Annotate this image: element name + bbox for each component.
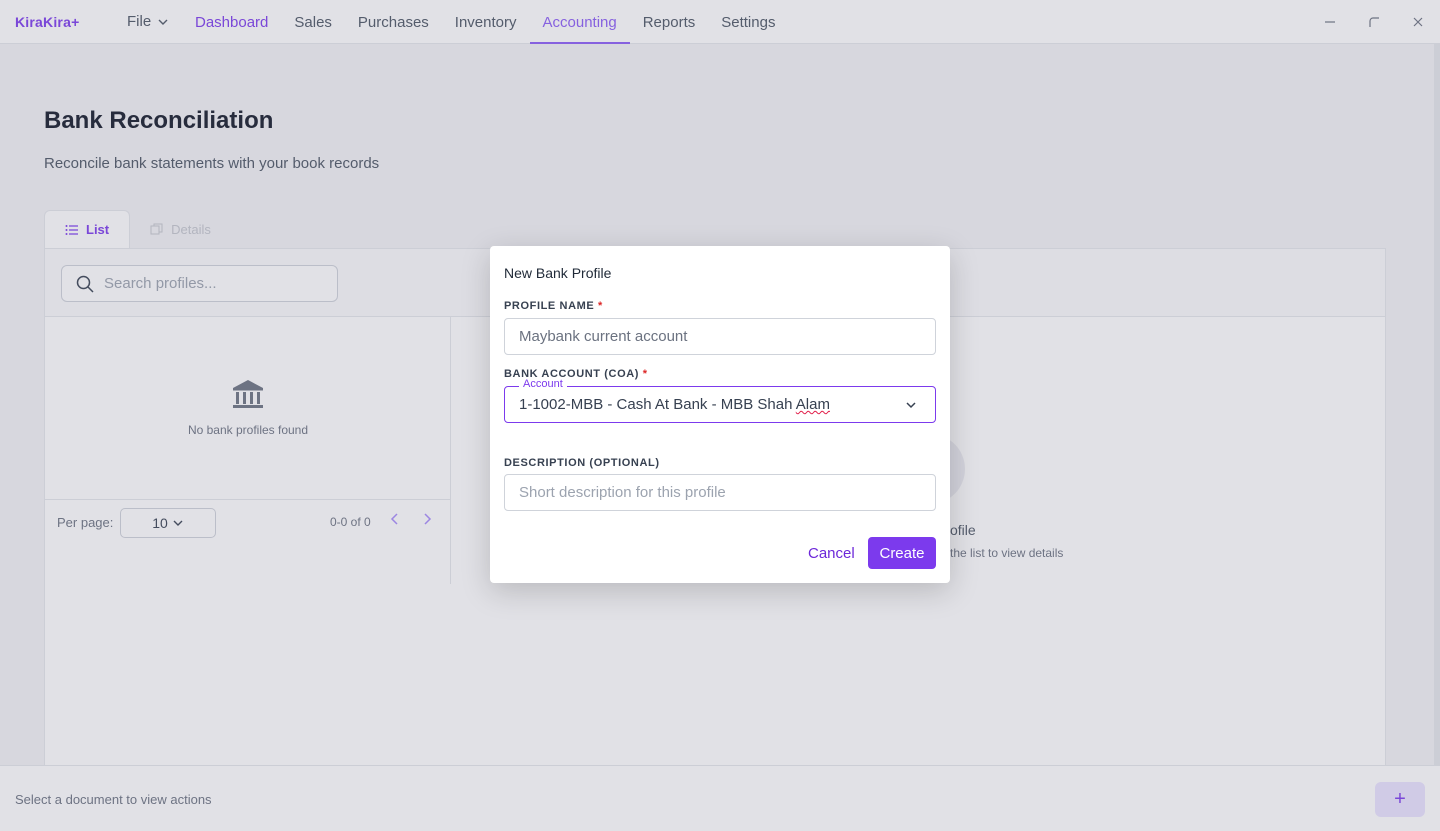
required-marker: * bbox=[642, 368, 648, 380]
chevron-down-icon bbox=[906, 402, 916, 409]
required-marker: * bbox=[597, 300, 603, 312]
profile-name-label: PROFILE NAME * bbox=[504, 300, 603, 312]
select-legend: Account bbox=[519, 378, 567, 390]
profile-name-input[interactable] bbox=[519, 328, 919, 345]
cancel-button[interactable]: Cancel bbox=[800, 538, 863, 569]
new-bank-profile-dialog: New Bank Profile PROFILE NAME * BANK ACC… bbox=[490, 246, 950, 583]
dialog-title: New Bank Profile bbox=[504, 265, 612, 281]
description-input[interactable] bbox=[519, 484, 919, 501]
description-field[interactable] bbox=[504, 474, 936, 511]
description-label: DESCRIPTION (OPTIONAL) bbox=[504, 457, 660, 469]
profile-name-label-text: PROFILE NAME bbox=[504, 300, 595, 312]
bank-account-select[interactable]: Account 1-1002-MBB - Cash At Bank - MBB … bbox=[504, 378, 936, 423]
create-button[interactable]: Create bbox=[868, 537, 936, 569]
bank-account-value-misspelled: Alam bbox=[795, 396, 830, 413]
bank-account-value-main: 1-1002-MBB - Cash At Bank - MBB Shah bbox=[519, 396, 796, 413]
bank-account-value: 1-1002-MBB - Cash At Bank - MBB Shah Ala… bbox=[519, 396, 830, 413]
profile-name-field[interactable] bbox=[504, 318, 936, 355]
